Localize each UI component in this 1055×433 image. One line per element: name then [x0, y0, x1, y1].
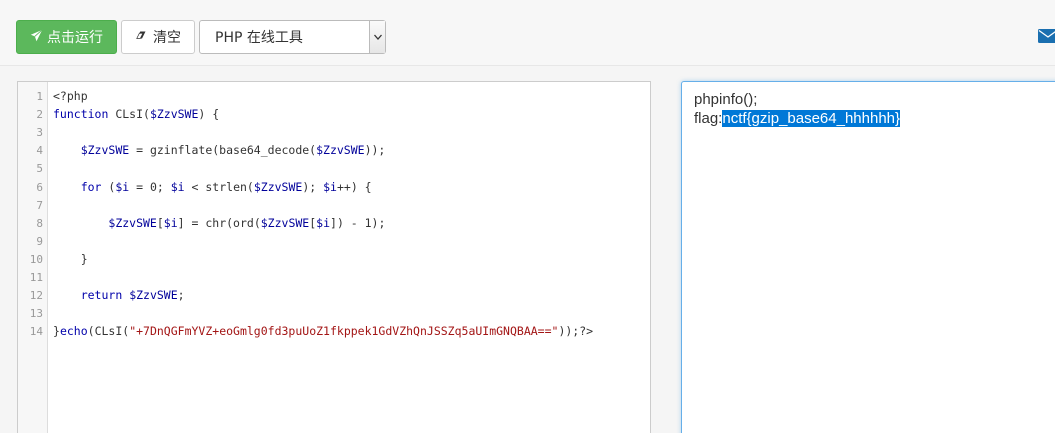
clear-button[interactable]: 清空: [121, 20, 195, 54]
line-number: 6: [36, 180, 43, 194]
clear-button-label: 清空: [153, 30, 181, 46]
language-select-value: PHP 在线工具: [215, 30, 303, 46]
code-editor[interactable]: 1 2 3 4 5 6 7 8 9 10 11 12 13 14 <?php function CLsI($…: [17, 81, 651, 433]
chevron-down-icon[interactable]: [369, 21, 385, 53]
line-number: 1: [36, 90, 43, 103]
line-number: 9: [36, 234, 43, 248]
output-flag-line: flag:nctf{gzip_base64_hhhhhh}: [694, 109, 1048, 128]
envelope-icon[interactable]: [1038, 29, 1055, 43]
language-select[interactable]: PHP 在线工具: [199, 20, 386, 54]
line-number: 13: [29, 307, 43, 321]
line-number: 10: [29, 252, 43, 266]
line-number: 5: [36, 162, 43, 176]
code-line: function CLsI($ZzvSWE) {: [53, 107, 220, 122]
line-number: 4: [36, 144, 43, 158]
paper-plane-icon: [30, 28, 43, 46]
code-line: }: [53, 251, 88, 266]
line-number-gutter: 1 2 3 4 5 6 7 8 9 10 11 12 13 14: [18, 82, 48, 433]
code-line: $ZzvSWE[$i] = chr(ord($ZzvSWE[$i]) - 1);: [108, 215, 386, 230]
code-line: return $ZzvSWE;: [80, 288, 185, 303]
line-number: 11: [29, 271, 43, 284]
toolbar: 点击运行 清空 PHP 在线工具: [0, 0, 1055, 66]
run-button-label: 点击运行: [47, 30, 103, 46]
line-number: 12: [29, 289, 43, 303]
line-number: 3: [36, 126, 43, 140]
flag-prefix: flag:: [694, 110, 723, 127]
eraser-icon: [135, 29, 149, 45]
run-button[interactable]: 点击运行: [16, 20, 117, 54]
code-line: for ($i = 0; $i < strlen($ZzvSWE); $i++)…: [80, 179, 372, 194]
line-number: 14: [29, 325, 43, 339]
code-line: <?php: [53, 89, 88, 103]
flag-value-selected: nctf{gzip_base64_hhhhhh}: [722, 110, 901, 127]
code-line: }echo(CLsI("+7DnQGFmYVZ+eoGmlg0fd3puUoZ1…: [53, 324, 594, 339]
line-number: 8: [36, 216, 43, 230]
line-number: 2: [36, 108, 43, 122]
output-panel[interactable]: phpinfo(); flag:nctf{gzip_base64_hhhhhh}: [681, 81, 1055, 433]
line-number: 7: [36, 198, 43, 212]
output-line: phpinfo();: [694, 91, 758, 108]
code-line: $ZzvSWE = gzinflate(base64_decode($ZzvSW…: [80, 143, 386, 158]
